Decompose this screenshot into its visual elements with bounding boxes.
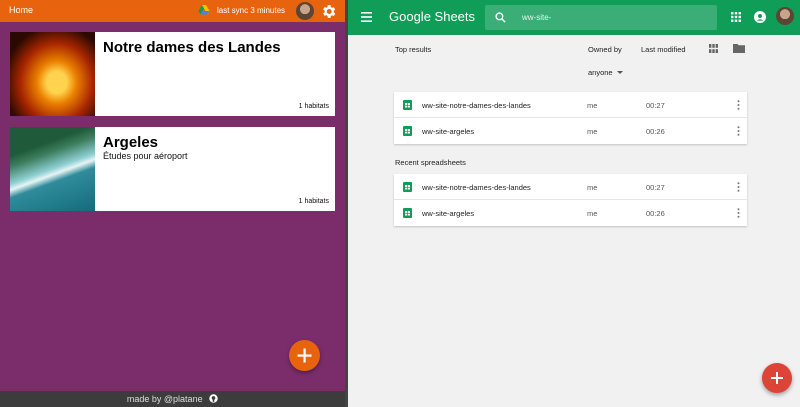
sync-status: last sync 3 minutes bbox=[217, 6, 286, 15]
plus-icon bbox=[297, 348, 312, 363]
file-name: ww-site-argeles bbox=[422, 209, 475, 218]
account-circle-icon[interactable] bbox=[754, 11, 766, 23]
recent-heading: Recent spreadsheets bbox=[395, 158, 466, 167]
file-owner: me bbox=[587, 127, 598, 136]
top-results-heading: Top results bbox=[395, 45, 432, 54]
avatar[interactable] bbox=[776, 7, 794, 25]
avatar[interactable] bbox=[296, 2, 314, 20]
left-app: Home last sync 3 minutes Notre dames des… bbox=[0, 0, 345, 407]
file-name: ww-site-notre-dames-des-landes bbox=[422, 101, 531, 110]
folder-icon[interactable] bbox=[733, 43, 745, 53]
more-vert-icon[interactable] bbox=[737, 100, 740, 110]
sheets-file-icon bbox=[403, 100, 412, 110]
site-card[interactable]: Notre dames des Landes 1 habitats bbox=[10, 32, 335, 116]
sheets-file-icon bbox=[403, 208, 412, 218]
footer: made by @platane bbox=[0, 391, 345, 407]
new-spreadsheet-button[interactable] bbox=[762, 363, 792, 393]
file-owner: me bbox=[587, 183, 598, 192]
logo-sheets: Sheets bbox=[434, 9, 476, 24]
site-subtitle: Études pour aéroport bbox=[103, 151, 188, 161]
more-vert-icon[interactable] bbox=[737, 182, 740, 192]
home-link[interactable]: Home bbox=[9, 5, 33, 15]
more-vert-icon[interactable] bbox=[737, 208, 740, 218]
file-modified: 00:27 bbox=[646, 183, 665, 192]
owned-by-value: anyone bbox=[588, 68, 613, 77]
recent-list: ww-site-notre-dames-des-landes me 00:27 … bbox=[394, 174, 747, 226]
sheets-toolbar: Google Sheets bbox=[348, 0, 800, 35]
left-topbar: Home last sync 3 minutes bbox=[0, 0, 345, 22]
plus-icon bbox=[771, 372, 783, 384]
file-modified: 00:26 bbox=[646, 209, 665, 218]
sheets-file-icon bbox=[403, 182, 412, 192]
list-item[interactable]: ww-site-notre-dames-des-landes me 00:27 bbox=[394, 174, 747, 200]
google-drive-icon bbox=[198, 5, 210, 15]
footer-credit[interactable]: made by @platane bbox=[127, 394, 203, 404]
add-site-button[interactable] bbox=[289, 340, 320, 371]
list-item[interactable]: ww-site-notre-dames-des-landes me 00:27 bbox=[394, 92, 747, 118]
file-modified: 00:26 bbox=[646, 127, 665, 136]
logo-google: Google bbox=[389, 9, 431, 24]
site-title: Argeles bbox=[103, 134, 159, 151]
file-name: ww-site-argeles bbox=[422, 127, 475, 136]
top-results-list: ww-site-notre-dames-des-landes me 00:27 … bbox=[394, 92, 747, 144]
hamburger-menu-icon[interactable] bbox=[361, 12, 372, 22]
caret-down-icon bbox=[616, 71, 623, 74]
habitats-count: 1 habitats bbox=[298, 198, 329, 205]
search-icon bbox=[495, 12, 506, 23]
site-card[interactable]: Argeles Études pour aéroport 1 habitats bbox=[10, 127, 335, 211]
file-name: ww-site-notre-dames-des-landes bbox=[422, 183, 531, 192]
list-item[interactable]: ww-site-argeles me 00:26 bbox=[394, 200, 747, 226]
site-title: Notre dames des Landes bbox=[103, 39, 281, 56]
last-modified-sort[interactable]: Last modified bbox=[641, 45, 686, 54]
sheets-file-icon bbox=[403, 126, 412, 136]
app-logo[interactable]: Google Sheets bbox=[389, 9, 475, 24]
gear-icon[interactable] bbox=[320, 3, 337, 20]
search-input[interactable] bbox=[522, 10, 707, 25]
file-owner: me bbox=[587, 101, 598, 110]
file-modified: 00:27 bbox=[646, 101, 665, 110]
right-app: Google Sheets Top results Owned by anyon… bbox=[348, 0, 800, 407]
owned-by-label: Owned by bbox=[588, 45, 622, 54]
owned-by-dropdown[interactable]: anyone bbox=[588, 68, 623, 77]
github-icon[interactable] bbox=[209, 394, 218, 403]
list-item[interactable]: ww-site-argeles me 00:26 bbox=[394, 118, 747, 144]
grid-view-icon[interactable] bbox=[709, 44, 718, 53]
search-box[interactable] bbox=[485, 5, 717, 30]
habitats-count: 1 habitats bbox=[298, 103, 329, 110]
site-image-coast bbox=[10, 127, 95, 211]
more-vert-icon[interactable] bbox=[737, 126, 740, 136]
apps-grid-icon[interactable] bbox=[731, 12, 741, 22]
file-owner: me bbox=[587, 209, 598, 218]
site-image-fire bbox=[10, 32, 95, 116]
